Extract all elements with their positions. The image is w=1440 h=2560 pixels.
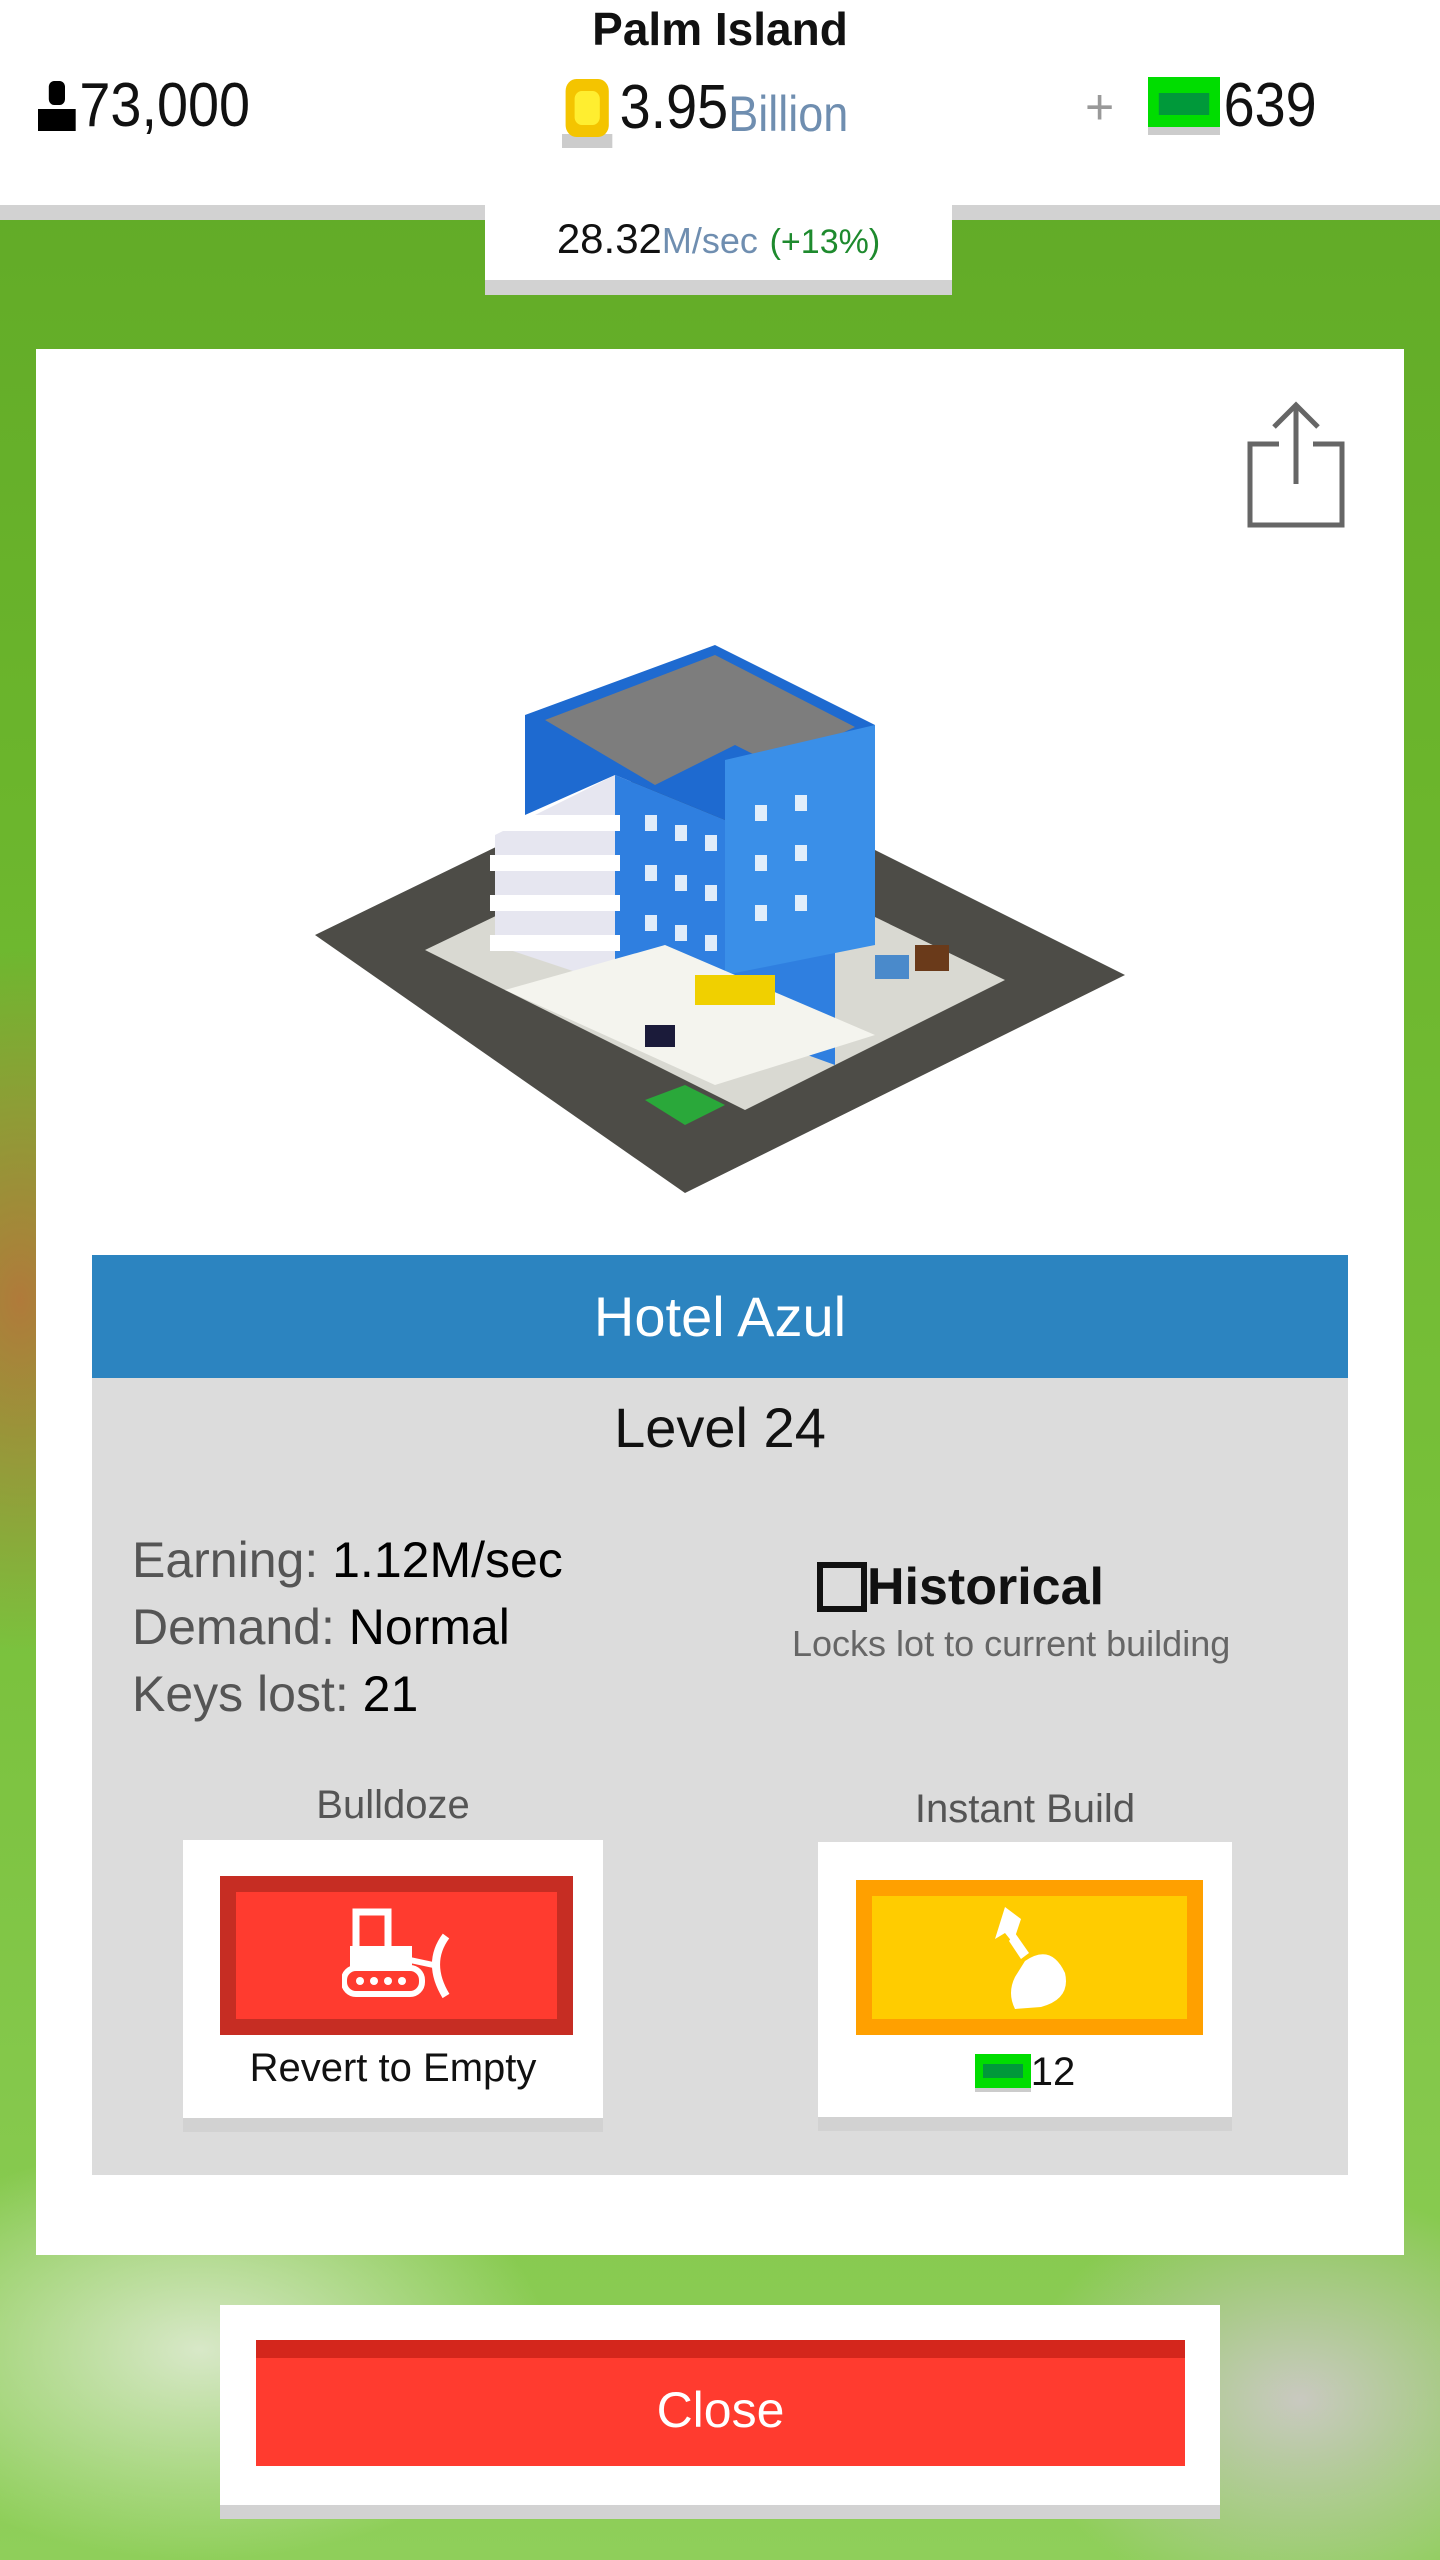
close-button[interactable]: Close [256, 2340, 1185, 2466]
cash-icon [974, 2053, 1031, 2092]
historical-checkbox[interactable]: Historical [817, 1557, 1104, 1617]
historical-label: Historical [867, 1558, 1104, 1616]
stat-value: Normal [348, 1599, 510, 1655]
building-stats: Earning: 1.12M/sec Demand: Normal Keys l… [132, 1527, 563, 1728]
rate-value: 28.32 [556, 215, 662, 262]
coins-value: 3.95 [619, 73, 729, 142]
person-icon [38, 81, 76, 131]
historical-description: Locks lot to current building [792, 1623, 1231, 1664]
stat-label: Keys lost: [132, 1666, 363, 1722]
coin-icon [562, 79, 613, 148]
building-level: Level 24 [614, 1396, 826, 1459]
population-stat: 73,000 [38, 70, 250, 141]
instant-build-title: Instant Build [914, 1787, 1136, 1831]
earning-stat: Earning: 1.12M/sec [132, 1527, 563, 1594]
population-value: 73,000 [79, 71, 251, 140]
coins-unit: Billion [728, 86, 849, 142]
cash-value: 639 [1223, 71, 1317, 140]
rate-unit: M/sec [661, 220, 758, 261]
island-title: Palm Island [592, 3, 848, 55]
instant-build-button[interactable] [856, 1880, 1203, 2035]
cash-stat[interactable]: 639 [1148, 70, 1317, 141]
income-rate-tab: 28.32M/sec (+13%) [485, 205, 952, 295]
top-bar: Palm Island 73,000 3.95 Billion + 639 [0, 0, 1440, 220]
demand-stat: Demand: Normal [132, 1594, 563, 1661]
stat-value: 21 [362, 1666, 419, 1722]
instant-build-cost: 12 [818, 2050, 1232, 2095]
building-name-bar: Hotel Azul [92, 1255, 1348, 1378]
building-info-panel: Hotel Azul Level 24 Earning: 1.12M/sec D… [92, 1255, 1348, 2175]
add-cash-button[interactable]: + [1085, 78, 1114, 136]
stat-label: Demand: [132, 1599, 349, 1655]
bulldoze-title: Bulldoze [316, 1783, 470, 1827]
share-icon[interactable] [1244, 399, 1348, 529]
keys-lost-stat: Keys lost: 21 [132, 1661, 563, 1728]
bulldoze-caption: Revert to Empty [249, 2046, 537, 2090]
bulldozer-icon [341, 1908, 449, 1999]
cash-icon [1148, 77, 1220, 135]
bulldoze-card: Revert to Empty [183, 1840, 603, 2118]
instant-build-card: 12 [818, 1842, 1232, 2117]
close-card: Close [220, 2305, 1220, 2505]
coins-stat: 3.95 Billion [562, 72, 849, 148]
hotel-building-image [315, 645, 1125, 1193]
checkbox-icon [817, 1562, 867, 1612]
hammer-hand-icon [994, 1906, 1066, 2009]
stat-value: 1.12M/sec [332, 1532, 563, 1588]
stat-label: Earning: [132, 1532, 333, 1588]
rate-bonus: (+13%) [769, 223, 881, 261]
bulldoze-button[interactable] [220, 1876, 573, 2035]
cost-value: 12 [1030, 2050, 1076, 2094]
